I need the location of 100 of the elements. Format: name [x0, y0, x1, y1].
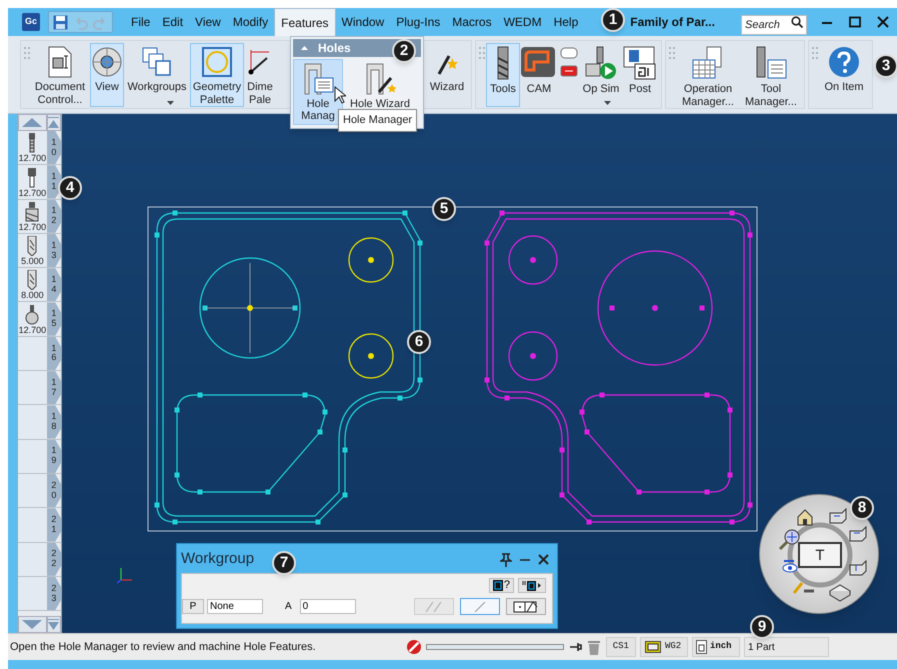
slot-number: 10	[46, 131, 61, 164]
ribbon-button[interactable]: Document Control...	[31, 43, 89, 107]
trash-icon[interactable]	[588, 639, 600, 655]
slot-number: 22	[46, 542, 61, 576]
line-mode-button[interactable]	[460, 598, 500, 615]
menu-item[interactable]: Edit	[156, 8, 190, 36]
close-icon[interactable]	[538, 554, 549, 565]
tool-list-icon	[754, 46, 788, 80]
ribbon-button[interactable]: Geometry Palette	[190, 43, 244, 107]
drill-tool-icon	[27, 270, 38, 290]
gripper-icon	[669, 47, 675, 59]
scroll-to-start-button[interactable]	[46, 114, 61, 131]
ribbon-button[interactable]: Op Sim	[581, 43, 621, 107]
slot-number: 14	[46, 268, 61, 302]
pin-icon[interactable]	[570, 643, 582, 651]
caret-icon[interactable]	[167, 101, 174, 105]
rotate-eye-icon[interactable]	[782, 560, 798, 572]
slot-number: 20	[46, 474, 61, 508]
slot-number: 16	[46, 336, 61, 370]
unit-field[interactable]: inch	[692, 637, 740, 657]
ribbon-button[interactable]: Operation Manager...	[676, 43, 740, 107]
menu-item[interactable]: Macros	[446, 8, 498, 36]
double-slash-icon	[425, 602, 443, 612]
slot-number: 19	[46, 440, 61, 473]
coordinate-system-field[interactable]: CS1	[606, 637, 636, 657]
axis-triad-icon	[116, 568, 132, 584]
app-logo: Gc	[22, 13, 40, 31]
frame-arrow-icon	[522, 580, 542, 591]
dropdown-header: Holes	[318, 40, 351, 57]
cube-front-icon[interactable]	[850, 526, 866, 542]
gripper-icon	[479, 47, 485, 59]
cube-iso-icon[interactable]	[829, 584, 851, 602]
menu-item[interactable]: View	[189, 8, 227, 36]
ribbon-button[interactable]: Workgroups	[125, 43, 189, 107]
top-view-button[interactable]: T	[798, 542, 842, 568]
home-icon[interactable]	[798, 509, 812, 526]
circle-in-square-icon	[200, 46, 234, 78]
down-triangle-icon	[22, 620, 42, 629]
point-frame-icon	[513, 600, 539, 612]
simulation-play-icon	[584, 46, 618, 80]
ball-mill-icon	[25, 304, 40, 325]
zoom-pan-icon[interactable]	[778, 530, 800, 550]
menu-item[interactable]: Plug-Ins	[390, 8, 446, 36]
gripper-icon	[812, 47, 818, 59]
tap-tool-icon	[27, 133, 38, 154]
a-label: A	[285, 602, 292, 612]
parts-field[interactable]: 1 Part	[744, 637, 829, 657]
ribbon-button[interactable]: Tools	[486, 43, 520, 107]
ribbon-button[interactable]: View	[90, 43, 124, 107]
ribbon-button[interactable]: Dime Pale	[245, 43, 275, 107]
search-field[interactable]: Search	[741, 15, 807, 35]
post-processor-icon	[623, 46, 657, 80]
close-icon[interactable]	[877, 16, 889, 28]
menu-item[interactable]: WEDM	[498, 8, 548, 36]
menu-item[interactable]: File	[125, 8, 156, 36]
menu-item[interactable]: Help	[548, 8, 584, 36]
stop-icon[interactable]	[406, 639, 422, 655]
up-triangle-icon	[22, 118, 42, 127]
cube-side-icon[interactable]	[850, 560, 866, 576]
slot-number: 21	[46, 508, 61, 542]
slot-number: 13	[46, 234, 61, 268]
cube-top-icon[interactable]	[830, 508, 846, 524]
drill-tool-icon	[27, 236, 38, 256]
tool-diameter: 12.700	[18, 324, 46, 335]
tool-diameter: 12.700	[18, 222, 46, 232]
toolpath-icon	[520, 46, 558, 80]
frame-icon	[492, 580, 503, 591]
slash-icon	[474, 602, 486, 612]
up-to-bar-icon	[48, 117, 60, 128]
tool-diameter: 5.000	[21, 256, 44, 266]
tool-diameter: 12.700	[18, 188, 46, 198]
dropdown-item[interactable]: Hole Manag	[293, 59, 343, 125]
down-to-bar-icon	[48, 619, 60, 630]
ribbon-button[interactable]: On Item	[819, 43, 869, 107]
document-unit-icon	[696, 640, 707, 654]
frame-help-button[interactable]: ?	[488, 578, 514, 593]
collapse-icon[interactable]	[301, 46, 308, 50]
caret-icon[interactable]	[604, 101, 611, 105]
ribbon-button[interactable]: Post	[622, 43, 658, 107]
p-field[interactable]: None	[207, 599, 263, 614]
ribbon-button[interactable]: Tool Manager...	[741, 43, 801, 107]
a-field[interactable]: 0	[300, 599, 356, 614]
maximize-icon[interactable]	[849, 16, 861, 28]
p-button[interactable]: P	[182, 599, 204, 614]
panel-title: Workgroup	[181, 549, 254, 570]
ribbon-button[interactable]: Wizard	[426, 43, 468, 107]
search-icon	[791, 16, 803, 28]
slot-number: 18	[46, 405, 61, 439]
frame-menu-button[interactable]	[518, 578, 546, 593]
menu-item[interactable]: Features	[274, 8, 336, 36]
menu-item[interactable]: Modify	[226, 8, 274, 36]
ribbon-button[interactable]: CAM	[521, 43, 557, 107]
workgroup-field[interactable]: WG2	[640, 637, 688, 657]
gripper-icon	[24, 47, 30, 59]
point-mode-button[interactable]	[506, 598, 546, 615]
menu-item[interactable]: Window	[336, 8, 390, 36]
end-mill-icon	[27, 168, 38, 188]
save-icon[interactable]	[53, 14, 68, 30]
cutter-tool-icon	[25, 202, 40, 222]
pin-icon[interactable]	[500, 552, 512, 566]
